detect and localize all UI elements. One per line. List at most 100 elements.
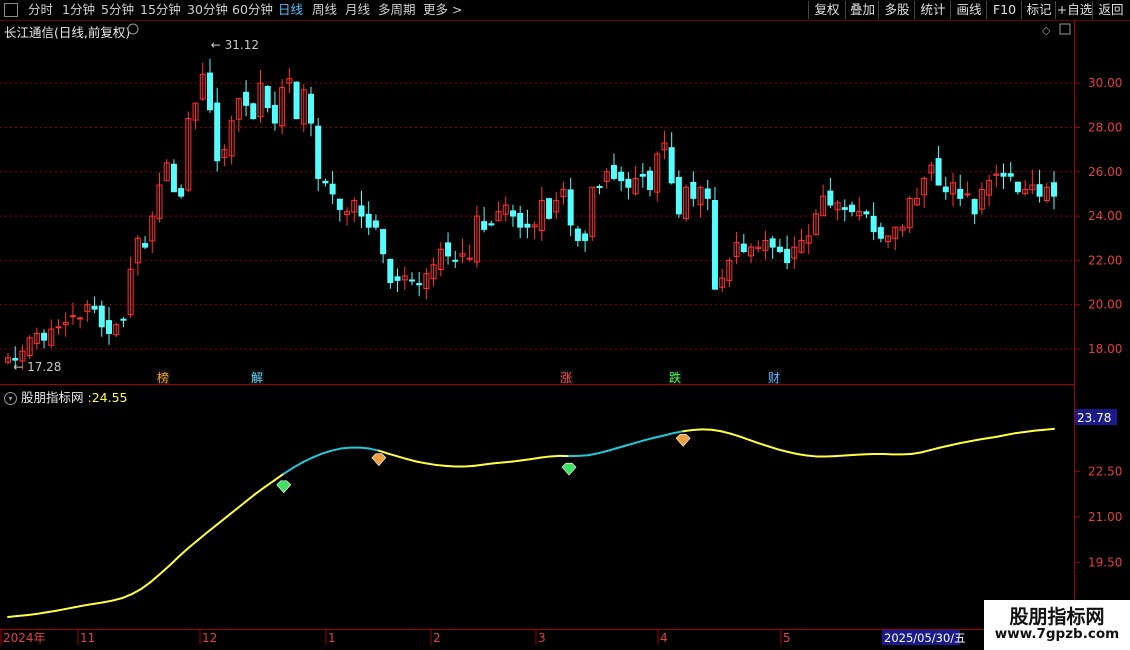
pane-divider-bottom — [0, 629, 1074, 630]
indicator-line-segment — [1005, 432, 1017, 436]
indicator-line-segment — [425, 462, 437, 466]
indicator-line-segment — [739, 435, 751, 442]
indicator-line-segment — [358, 446, 371, 450]
indicator-title: ▾ 股朋指标网 :24.55 — [4, 387, 128, 406]
candle-body — [488, 223, 495, 226]
candle-body — [416, 283, 423, 286]
candle-body — [105, 320, 112, 334]
indicator-line-segment — [159, 564, 171, 575]
indicator-line-segment — [1014, 430, 1027, 435]
indicator-line-segment — [843, 453, 856, 457]
indicator-line-segment — [510, 459, 523, 463]
y-tick-label: 30.00 — [1088, 76, 1122, 90]
indicator-line-segment — [16, 614, 29, 618]
indicator-line-segment — [482, 462, 494, 466]
indicator-line-segment — [767, 445, 780, 451]
indicator-line-segment — [320, 449, 333, 455]
event-marker-0: 榜 — [157, 370, 169, 385]
indicator-line-segment — [995, 433, 1008, 438]
watermark-url: www.7gpzb.com — [994, 626, 1120, 642]
indicator-line-segment — [463, 464, 475, 468]
candle-body — [445, 242, 452, 257]
candle-body — [264, 85, 271, 109]
indicator-line-segment — [263, 479, 276, 489]
candle-body — [841, 207, 848, 210]
indicator-line-segment — [653, 434, 666, 439]
y-tick-label: 24.00 — [1088, 209, 1122, 223]
candle-body — [704, 188, 711, 199]
watermark-title: 股朋指标网 — [1009, 606, 1105, 628]
indicator-line-segment — [311, 452, 323, 459]
candle-body — [170, 163, 177, 193]
candle-body — [971, 199, 978, 215]
candle-body — [91, 305, 98, 310]
candle-body — [574, 228, 581, 241]
indicator-line-segment — [301, 456, 314, 464]
candle-body — [98, 305, 105, 328]
indicator-line-segment — [596, 449, 609, 455]
max-price-label: ← 31.12 — [211, 38, 259, 52]
indicator-line-segment — [64, 606, 76, 611]
y-tick-label: 28.00 — [1088, 120, 1122, 134]
candle-body — [358, 205, 365, 217]
candle-body — [214, 102, 221, 162]
candle-body — [625, 178, 632, 188]
candle-body — [877, 227, 884, 239]
candle-body — [271, 104, 278, 124]
indicator-line-segment — [663, 432, 675, 437]
candle-body — [610, 165, 617, 179]
candle-body — [307, 93, 314, 124]
indicator-line-segment — [957, 440, 970, 445]
candle-body — [827, 190, 834, 206]
indicator-value: 24.55 — [91, 390, 128, 405]
candle-body — [322, 180, 329, 184]
candle-body — [120, 318, 127, 321]
indicator-line-segment — [948, 442, 960, 447]
indicator-line-segment — [1024, 429, 1036, 433]
indicator-line-segment — [758, 442, 770, 448]
indicator-line-segment — [967, 438, 979, 443]
event-marker-2: 涨 — [560, 370, 572, 385]
cursor-date-label: 2025/05/30/五 — [884, 631, 966, 645]
indicator-line-segment — [625, 441, 637, 447]
y-tick-label: 26.00 — [1088, 165, 1122, 179]
indicator-line-segment — [796, 453, 808, 457]
indicator-line-segment — [729, 432, 742, 438]
x-tick-label: 3 — [538, 631, 546, 645]
indicator-line-segment — [834, 454, 846, 458]
indicator-line-segment — [691, 428, 704, 432]
indicator-line-segment — [520, 458, 532, 462]
candle-body — [567, 189, 574, 226]
x-tick-label: 2024年 — [3, 631, 46, 645]
indicator-line-segment — [434, 463, 447, 467]
indicator-line-segment — [111, 597, 124, 602]
candle-body — [964, 193, 971, 196]
indicator-collapse-icon[interactable]: ▾ — [4, 392, 17, 405]
candle-body — [1036, 184, 1043, 197]
indicator-line-segment — [54, 608, 67, 612]
candle-body — [863, 211, 870, 215]
candle-body — [178, 188, 185, 197]
indicator-line-segment — [83, 602, 95, 607]
candle-body — [394, 276, 401, 281]
y-tick-label: 22.00 — [1088, 253, 1122, 267]
indicator-line-segment — [73, 604, 86, 609]
indicator-line-segment — [777, 448, 789, 453]
candle-body — [668, 147, 675, 184]
indicator-line-segment — [26, 612, 38, 617]
axis-divider — [1074, 20, 1075, 630]
ind-y-tick-label: 19.50 — [1088, 555, 1122, 569]
indicator-line-segment — [197, 531, 209, 541]
pane-divider — [0, 384, 1074, 385]
indicator-line-segment — [682, 429, 694, 433]
indicator-line-segment — [140, 581, 152, 591]
indicator-line-segment — [938, 444, 951, 449]
candle-body — [315, 125, 322, 179]
indicator-line-segment — [292, 461, 304, 469]
indicator-line-segment — [7, 615, 19, 618]
x-tick-label: 12 — [202, 631, 217, 645]
candle-body — [1051, 182, 1057, 197]
candle-body — [740, 243, 747, 253]
candle-body — [142, 243, 149, 248]
indicator-line-segment — [615, 444, 628, 450]
